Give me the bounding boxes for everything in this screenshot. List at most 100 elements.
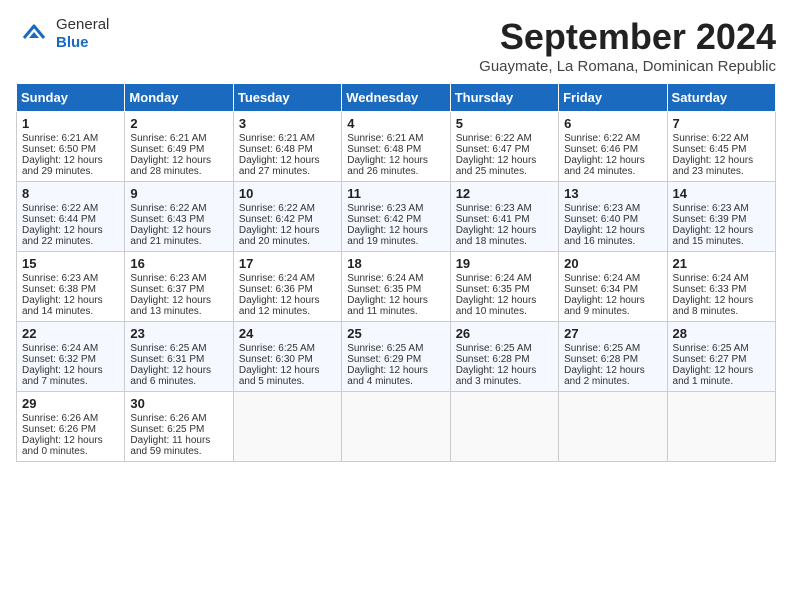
sunset-label: Sunset: 6:35 PM bbox=[456, 284, 530, 295]
daylight-label: Daylight: 12 hours and 20 minutes. bbox=[239, 225, 320, 247]
sunset-label: Sunset: 6:42 PM bbox=[239, 214, 313, 225]
week-row-5: 29 Sunrise: 6:26 AM Sunset: 6:26 PM Dayl… bbox=[17, 392, 776, 462]
calendar-cell: 14 Sunrise: 6:23 AM Sunset: 6:39 PM Dayl… bbox=[667, 182, 775, 252]
sunset-label: Sunset: 6:33 PM bbox=[673, 284, 747, 295]
logo-general-text: General Blue bbox=[56, 16, 109, 52]
calendar-cell: 22 Sunrise: 6:24 AM Sunset: 6:32 PM Dayl… bbox=[17, 322, 125, 392]
sunrise-label: Sunrise: 6:21 AM bbox=[239, 133, 315, 144]
daylight-label: Daylight: 12 hours and 26 minutes. bbox=[347, 155, 428, 177]
sunrise-label: Sunrise: 6:24 AM bbox=[456, 273, 532, 284]
title-area: September 2024 Guaymate, La Romana, Domi… bbox=[479, 16, 776, 75]
daylight-label: Daylight: 12 hours and 0 minutes. bbox=[22, 435, 103, 457]
sunrise-label: Sunrise: 6:24 AM bbox=[22, 343, 98, 354]
calendar-cell: 15 Sunrise: 6:23 AM Sunset: 6:38 PM Dayl… bbox=[17, 252, 125, 322]
daylight-label: Daylight: 12 hours and 19 minutes. bbox=[347, 225, 428, 247]
sunrise-label: Sunrise: 6:22 AM bbox=[673, 133, 749, 144]
daylight-label: Daylight: 12 hours and 24 minutes. bbox=[564, 155, 645, 177]
daylight-label: Daylight: 12 hours and 28 minutes. bbox=[130, 155, 211, 177]
daylight-label: Daylight: 12 hours and 15 minutes. bbox=[673, 225, 754, 247]
sunset-label: Sunset: 6:28 PM bbox=[456, 354, 530, 365]
sunrise-label: Sunrise: 6:23 AM bbox=[456, 203, 532, 214]
daylight-label: Daylight: 12 hours and 27 minutes. bbox=[239, 155, 320, 177]
calendar-cell: 29 Sunrise: 6:26 AM Sunset: 6:26 PM Dayl… bbox=[17, 392, 125, 462]
sunrise-label: Sunrise: 6:25 AM bbox=[456, 343, 532, 354]
calendar-cell: 18 Sunrise: 6:24 AM Sunset: 6:35 PM Dayl… bbox=[342, 252, 450, 322]
day-number: 16 bbox=[130, 256, 227, 271]
sunrise-label: Sunrise: 6:23 AM bbox=[22, 273, 98, 284]
day-number: 18 bbox=[347, 256, 444, 271]
sunset-label: Sunset: 6:29 PM bbox=[347, 354, 421, 365]
week-row-4: 22 Sunrise: 6:24 AM Sunset: 6:32 PM Dayl… bbox=[17, 322, 776, 392]
daylight-label: Daylight: 12 hours and 23 minutes. bbox=[673, 155, 754, 177]
sunset-label: Sunset: 6:30 PM bbox=[239, 354, 313, 365]
calendar-cell: 5 Sunrise: 6:22 AM Sunset: 6:47 PM Dayli… bbox=[450, 112, 558, 182]
day-number: 22 bbox=[22, 326, 119, 341]
sunset-label: Sunset: 6:38 PM bbox=[22, 284, 96, 295]
sunrise-label: Sunrise: 6:24 AM bbox=[239, 273, 315, 284]
sunrise-label: Sunrise: 6:24 AM bbox=[564, 273, 640, 284]
day-number: 3 bbox=[239, 116, 336, 131]
day-number: 8 bbox=[22, 186, 119, 201]
calendar-cell: 2 Sunrise: 6:21 AM Sunset: 6:49 PM Dayli… bbox=[125, 112, 233, 182]
sunrise-label: Sunrise: 6:24 AM bbox=[673, 273, 749, 284]
calendar-cell: 17 Sunrise: 6:24 AM Sunset: 6:36 PM Dayl… bbox=[233, 252, 341, 322]
day-number: 15 bbox=[22, 256, 119, 271]
calendar-cell bbox=[233, 392, 341, 462]
weekday-header-sunday: Sunday bbox=[17, 84, 125, 112]
daylight-label: Daylight: 12 hours and 25 minutes. bbox=[456, 155, 537, 177]
daylight-label: Daylight: 12 hours and 18 minutes. bbox=[456, 225, 537, 247]
sunset-label: Sunset: 6:35 PM bbox=[347, 284, 421, 295]
sunset-label: Sunset: 6:47 PM bbox=[456, 144, 530, 155]
calendar-cell: 28 Sunrise: 6:25 AM Sunset: 6:27 PM Dayl… bbox=[667, 322, 775, 392]
calendar-cell: 1 Sunrise: 6:21 AM Sunset: 6:50 PM Dayli… bbox=[17, 112, 125, 182]
daylight-label: Daylight: 12 hours and 1 minute. bbox=[673, 365, 754, 387]
day-number: 4 bbox=[347, 116, 444, 131]
month-title: September 2024 bbox=[479, 16, 776, 58]
sunset-label: Sunset: 6:39 PM bbox=[673, 214, 747, 225]
daylight-label: Daylight: 12 hours and 6 minutes. bbox=[130, 365, 211, 387]
calendar-cell: 4 Sunrise: 6:21 AM Sunset: 6:48 PM Dayli… bbox=[342, 112, 450, 182]
header: General Blue September 2024 Guaymate, La… bbox=[16, 16, 776, 75]
daylight-label: Daylight: 12 hours and 21 minutes. bbox=[130, 225, 211, 247]
sunset-label: Sunset: 6:42 PM bbox=[347, 214, 421, 225]
sunrise-label: Sunrise: 6:23 AM bbox=[564, 203, 640, 214]
sunrise-label: Sunrise: 6:25 AM bbox=[564, 343, 640, 354]
sunrise-label: Sunrise: 6:21 AM bbox=[130, 133, 206, 144]
week-row-3: 15 Sunrise: 6:23 AM Sunset: 6:38 PM Dayl… bbox=[17, 252, 776, 322]
logo: General Blue bbox=[16, 16, 109, 52]
sunrise-label: Sunrise: 6:25 AM bbox=[347, 343, 423, 354]
sunset-label: Sunset: 6:28 PM bbox=[564, 354, 638, 365]
sunrise-label: Sunrise: 6:21 AM bbox=[22, 133, 98, 144]
sunset-label: Sunset: 6:32 PM bbox=[22, 354, 96, 365]
day-number: 11 bbox=[347, 186, 444, 201]
day-number: 29 bbox=[22, 396, 119, 411]
sunset-label: Sunset: 6:46 PM bbox=[564, 144, 638, 155]
weekday-header-row: SundayMondayTuesdayWednesdayThursdayFrid… bbox=[17, 84, 776, 112]
daylight-label: Daylight: 12 hours and 14 minutes. bbox=[22, 295, 103, 317]
calendar-cell: 30 Sunrise: 6:26 AM Sunset: 6:25 PM Dayl… bbox=[125, 392, 233, 462]
calendar-cell bbox=[559, 392, 667, 462]
day-number: 21 bbox=[673, 256, 770, 271]
daylight-label: Daylight: 12 hours and 9 minutes. bbox=[564, 295, 645, 317]
daylight-label: Daylight: 12 hours and 29 minutes. bbox=[22, 155, 103, 177]
subtitle: Guaymate, La Romana, Dominican Republic bbox=[479, 58, 776, 75]
day-number: 10 bbox=[239, 186, 336, 201]
day-number: 12 bbox=[456, 186, 553, 201]
day-number: 28 bbox=[673, 326, 770, 341]
sunset-label: Sunset: 6:50 PM bbox=[22, 144, 96, 155]
sunset-label: Sunset: 6:43 PM bbox=[130, 214, 204, 225]
sunset-label: Sunset: 6:26 PM bbox=[22, 424, 96, 435]
weekday-header-friday: Friday bbox=[559, 84, 667, 112]
day-number: 5 bbox=[456, 116, 553, 131]
sunrise-label: Sunrise: 6:25 AM bbox=[673, 343, 749, 354]
weekday-header-tuesday: Tuesday bbox=[233, 84, 341, 112]
calendar-body: 1 Sunrise: 6:21 AM Sunset: 6:50 PM Dayli… bbox=[17, 112, 776, 462]
weekday-header-monday: Monday bbox=[125, 84, 233, 112]
calendar: SundayMondayTuesdayWednesdayThursdayFrid… bbox=[16, 83, 776, 462]
sunrise-label: Sunrise: 6:25 AM bbox=[130, 343, 206, 354]
calendar-cell: 6 Sunrise: 6:22 AM Sunset: 6:46 PM Dayli… bbox=[559, 112, 667, 182]
sunrise-label: Sunrise: 6:23 AM bbox=[347, 203, 423, 214]
calendar-cell: 9 Sunrise: 6:22 AM Sunset: 6:43 PM Dayli… bbox=[125, 182, 233, 252]
weekday-header-saturday: Saturday bbox=[667, 84, 775, 112]
sunrise-label: Sunrise: 6:22 AM bbox=[564, 133, 640, 144]
